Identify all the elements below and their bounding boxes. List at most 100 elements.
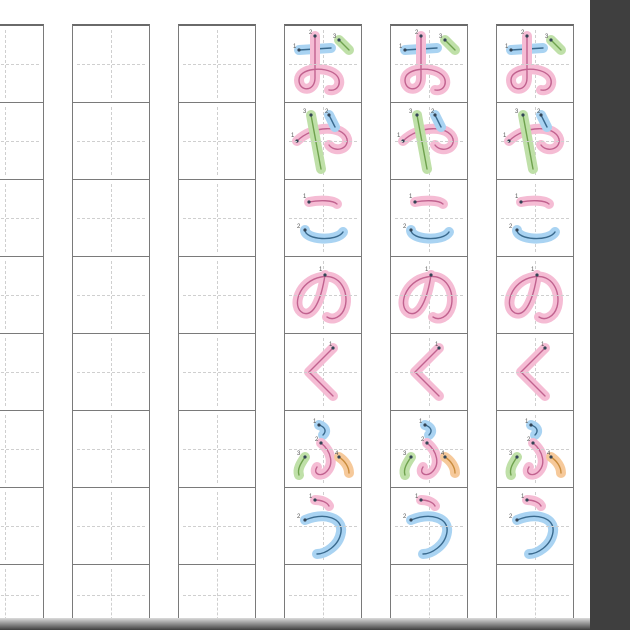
practice-cell[interactable] (284, 564, 362, 625)
practice-cell[interactable] (178, 333, 256, 411)
stroke-number: 4 (335, 451, 338, 457)
practice-cell[interactable] (0, 24, 44, 103)
stroke-number: 2 (415, 30, 418, 36)
practice-cell[interactable] (72, 256, 150, 334)
practice-cell[interactable] (178, 487, 256, 565)
practice-cell[interactable] (0, 410, 44, 488)
page-shadow (0, 618, 590, 630)
guide-cell-ko: 1 2 (496, 179, 574, 257)
practice-cell[interactable] (178, 564, 256, 625)
practice-cell[interactable] (72, 24, 150, 103)
guide-column: 1 2 3 1 2 3 1 2 1 (284, 24, 362, 625)
pdf-viewer-viewport: 1 2 3 1 2 3 1 2 1 (0, 0, 630, 630)
stroke-number: 1 (309, 494, 312, 500)
stroke-number: 2 (521, 30, 524, 36)
practice-cell[interactable] (496, 564, 574, 625)
practice-column (72, 24, 150, 625)
practice-cell[interactable] (178, 179, 256, 257)
stroke-number: 1 (313, 419, 316, 425)
guide-cell-ya: 1 2 3 (390, 102, 468, 180)
stroke-number: 1 (541, 342, 544, 348)
practice-cell[interactable] (72, 487, 150, 565)
stroke-number: 1 (531, 267, 534, 273)
stroke-number: 3 (403, 451, 406, 457)
stroke-number: 1 (419, 419, 422, 425)
guide-cell-fu: 1 2 3 4 (284, 410, 362, 488)
kana-ya (497, 103, 573, 179)
stroke-number: 1 (291, 133, 294, 139)
stroke-number: 1 (525, 419, 528, 425)
stroke-number: 1 (505, 44, 508, 50)
stroke-number: 2 (403, 514, 406, 520)
practice-cell[interactable] (0, 333, 44, 411)
stroke-number: 2 (509, 224, 512, 230)
stroke-number: 2 (297, 224, 300, 230)
guide-cell-ko: 1 2 (390, 179, 468, 257)
kana-ya (391, 103, 467, 179)
stroke-number: 1 (399, 44, 402, 50)
guide-column: 1 2 3 1 2 3 1 2 1 1 1 2 3 (496, 24, 574, 625)
practice-cell[interactable] (72, 333, 150, 411)
guide-cell-ya: 1 2 3 (284, 102, 362, 180)
stroke-number: 2 (309, 30, 312, 36)
kana-ku (497, 334, 573, 410)
stroke-number: 4 (547, 451, 550, 457)
stroke-number: 4 (441, 451, 444, 457)
guide-cell-u: 1 2 (390, 487, 468, 565)
kana-o (285, 26, 361, 102)
stroke-number: 2 (537, 109, 540, 115)
practice-cell[interactable] (72, 179, 150, 257)
practice-cell[interactable] (0, 487, 44, 565)
guide-cell-fu: 1 2 3 4 (390, 410, 468, 488)
stroke-number: 1 (435, 342, 438, 348)
kana-ku (391, 334, 467, 410)
stroke-number: 3 (297, 451, 300, 457)
stroke-number: 2 (325, 109, 328, 115)
guide-cell-o: 1 2 3 (284, 24, 362, 103)
practice-cell[interactable] (390, 564, 468, 625)
kana-ku (285, 334, 361, 410)
stroke-number: 1 (303, 194, 306, 200)
practice-cell[interactable] (178, 102, 256, 180)
practice-cell[interactable] (72, 102, 150, 180)
stroke-number: 3 (515, 109, 518, 115)
practice-cell[interactable] (0, 256, 44, 334)
stroke-number: 2 (431, 109, 434, 115)
stroke-number: 2 (403, 224, 406, 230)
practice-cell[interactable] (72, 410, 150, 488)
stroke-number: 3 (303, 109, 306, 115)
practice-cell[interactable] (178, 24, 256, 103)
practice-cell[interactable] (0, 564, 44, 625)
guide-cell-fu: 1 2 3 4 (496, 410, 574, 488)
stroke-number: 3 (509, 451, 512, 457)
practice-cell[interactable] (178, 410, 256, 488)
practice-cell[interactable] (0, 102, 44, 180)
practice-cell[interactable] (0, 179, 44, 257)
stroke-number: 1 (319, 267, 322, 273)
practice-column (0, 24, 44, 625)
kana-fu (391, 411, 467, 487)
kana-ko (391, 180, 467, 256)
stroke-number: 2 (527, 437, 530, 443)
stroke-number: 1 (521, 494, 524, 500)
stroke-number: 3 (333, 34, 336, 40)
stroke-number: 2 (315, 437, 318, 443)
stroke-number: 1 (409, 194, 412, 200)
stroke-number: 1 (397, 133, 400, 139)
stroke-number: 1 (515, 194, 518, 200)
stroke-number: 1 (293, 44, 296, 50)
kana-ko (497, 180, 573, 256)
kana-no (391, 257, 467, 333)
practice-cell[interactable] (178, 256, 256, 334)
guide-cell-ku: 1 (390, 333, 468, 411)
guide-cell-no: 1 (496, 256, 574, 334)
kana-u (285, 488, 361, 564)
stroke-number: 1 (425, 267, 428, 273)
practice-cell[interactable] (72, 564, 150, 625)
guide-cell-no: 1 (390, 256, 468, 334)
guide-cell-o: 1 2 3 (390, 24, 468, 103)
kana-no (497, 257, 573, 333)
worksheet-page: 1 2 3 1 2 3 1 2 1 (0, 0, 590, 618)
stroke-number: 2 (297, 514, 300, 520)
guide-cell-u: 1 2 (284, 487, 362, 565)
